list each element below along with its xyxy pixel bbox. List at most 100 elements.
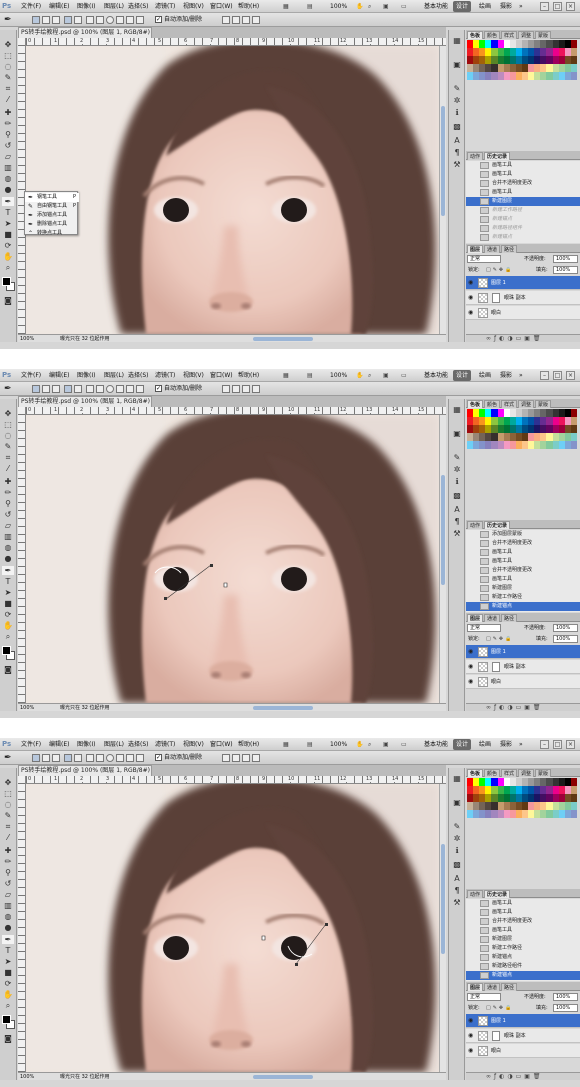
tool-presets-icon[interactable]: ⚒	[452, 898, 462, 907]
history-step[interactable]: 新建工作路径	[466, 206, 580, 215]
paragraph-icon[interactable]: ¶	[452, 148, 462, 157]
layer-mask-thumbnail[interactable]	[492, 293, 500, 303]
minimize-button[interactable]: –	[540, 740, 549, 749]
history-step[interactable]: 画笔工具	[466, 926, 580, 935]
blend-mode-select[interactable]: 正常	[467, 993, 501, 1001]
fill-pixels-mode-icon[interactable]	[52, 16, 60, 24]
minimize-button[interactable]: –	[540, 371, 549, 380]
menu-file[interactable]: 文件(F)	[21, 2, 41, 11]
swatch-grid[interactable]	[467, 778, 577, 818]
shape-layers-mode-icon[interactable]	[32, 754, 40, 762]
layers-panel-buttons[interactable]: ∞ƒ◐◑▭▣🗑	[466, 1072, 580, 1080]
custom-shape-icon[interactable]	[136, 16, 144, 24]
menu-image[interactable]: 图像(I)	[77, 371, 95, 380]
auto-add-delete-checkbox[interactable]: ✓	[155, 754, 162, 761]
brush-tool-icon[interactable]: ✏	[2, 119, 14, 128]
canvas[interactable]	[26, 46, 439, 334]
lock-icons[interactable]: □✎✥🔒	[486, 1004, 513, 1012]
hand-tool-icon[interactable]: ✋	[2, 621, 14, 630]
layer-row[interactable]: ◉ 图层 1	[466, 645, 580, 659]
swatches-icon[interactable]: ▦	[452, 405, 462, 414]
history-step[interactable]: 画笔工具	[466, 908, 580, 917]
pen-option-icon[interactable]	[64, 16, 72, 24]
document-tab[interactable]: PS转手绘教程.psd @ 100% (图层 1, RGB/8#) *	[18, 765, 152, 776]
character-icon[interactable]: A	[452, 505, 462, 514]
history-step[interactable]: 新建锚点	[466, 971, 580, 980]
quick-selection-tool-icon[interactable]: ✎	[2, 73, 14, 82]
menu-edit[interactable]: 编辑(E)	[49, 740, 69, 749]
rectangle-shape-icon[interactable]	[86, 385, 94, 393]
layers-panel-buttons[interactable]: ∞ƒ◐◑▭▣🗑	[466, 334, 580, 342]
workspace-painting[interactable]: 绘画	[476, 370, 494, 381]
brush-presets-icon[interactable]: ✎	[452, 453, 462, 462]
vertical-scroll-thumb[interactable]	[441, 106, 445, 216]
menu-help[interactable]: 帮助(H)	[238, 740, 259, 749]
color-swatch[interactable]	[570, 417, 577, 425]
more-workspaces-icon[interactable]: »	[519, 2, 523, 11]
quick-mask-icon[interactable]: ◙	[2, 296, 14, 305]
shape-layers-mode-icon[interactable]	[32, 385, 40, 393]
swatches-icon[interactable]: ▦	[452, 774, 462, 783]
menu-filter[interactable]: 滤镜(T)	[155, 740, 175, 749]
view-extras-icon[interactable]: ▤	[307, 740, 313, 749]
tab-layers[interactable]: 图层	[467, 245, 484, 253]
layer-name[interactable]: 图层 1	[491, 648, 506, 656]
workspace-painting[interactable]: 绘画	[476, 739, 494, 750]
launch-bridge-icon[interactable]: ▦	[283, 2, 289, 11]
paths-mode-icon[interactable]	[42, 16, 50, 24]
history-step[interactable]: 画笔工具	[466, 161, 580, 170]
path-selection-tool-icon[interactable]: ➤	[2, 588, 14, 597]
pen-tool-icon[interactable]: ✒	[2, 566, 14, 575]
fill-input[interactable]: 100%	[553, 1004, 578, 1012]
status-zoom[interactable]: 100%	[20, 704, 34, 712]
quick-mask-icon[interactable]: ◙	[2, 665, 14, 674]
layer-row[interactable]: ◉ 眼白	[466, 1044, 580, 1058]
history-step[interactable]: 画笔工具	[466, 188, 580, 197]
layer-name[interactable]: 图层 1	[491, 1017, 506, 1025]
menu-file[interactable]: 文件(F)	[21, 371, 41, 380]
workspace-photography[interactable]: 摄影	[497, 1, 515, 12]
layer-name[interactable]: 眼珠 副本	[504, 663, 526, 671]
visibility-eye-icon[interactable]: ◉	[468, 310, 475, 316]
status-zoom[interactable]: 100%	[20, 1073, 34, 1081]
move-tool-icon[interactable]: ✥	[2, 778, 14, 787]
crop-tool-icon[interactable]: ⌗	[2, 453, 14, 462]
layer-row[interactable]: ◉ 眼白	[466, 675, 580, 689]
menu-edit[interactable]: 编辑(E)	[49, 371, 69, 380]
color-swatch[interactable]	[570, 425, 577, 433]
maximize-button[interactable]: □	[553, 740, 562, 749]
navigator-icon[interactable]: ▣	[452, 60, 462, 69]
3d-rotate-tool-icon[interactable]: ⟳	[2, 979, 14, 988]
rounded-rectangle-shape-icon[interactable]	[96, 385, 104, 393]
info-icon[interactable]: ℹ	[452, 846, 462, 855]
quick-selection-tool-icon[interactable]: ✎	[2, 811, 14, 820]
tab-adjustments[interactable]: 调整	[518, 769, 535, 777]
fill-input[interactable]: 100%	[553, 266, 578, 274]
color-swatch[interactable]	[570, 48, 577, 56]
tab-channels[interactable]: 通道	[484, 983, 501, 991]
history-step[interactable]: 合并不透明度更改	[466, 566, 580, 575]
blur-tool-icon[interactable]: ◍	[2, 174, 14, 183]
flyout-tool-item[interactable]: ✒ 删除锚点工具	[25, 220, 79, 229]
shape-tool-icon[interactable]: ■	[2, 230, 14, 239]
path-intersect-mode-icon[interactable]	[242, 754, 250, 762]
history-step[interactable]: 新建图层	[466, 584, 580, 593]
vertical-scroll-thumb[interactable]	[441, 475, 445, 585]
eraser-tool-icon[interactable]: ▱	[2, 521, 14, 530]
zoom-readout[interactable]: 100%	[330, 371, 347, 380]
tab-masks[interactable]: 蒙版	[535, 769, 552, 777]
history-step[interactable]: 新建锚点	[466, 215, 580, 224]
launch-bridge-icon[interactable]: ▦	[283, 740, 289, 749]
vertical-scrollbar[interactable]	[439, 415, 446, 703]
menu-layer[interactable]: 图层(L)	[104, 2, 124, 11]
horizontal-scroll-thumb[interactable]	[253, 337, 313, 341]
close-button[interactable]: ×	[566, 740, 575, 749]
menu-edit[interactable]: 编辑(E)	[49, 2, 69, 11]
tab-history[interactable]: 历史记录	[484, 152, 511, 160]
workspace-essentials[interactable]: 基本功能	[421, 1, 451, 12]
healing-brush-tool-icon[interactable]: ✚	[2, 477, 14, 486]
fill-input[interactable]: 100%	[553, 635, 578, 643]
lasso-tool-icon[interactable]: ◌	[2, 800, 14, 809]
opacity-input[interactable]: 100%	[553, 993, 578, 1001]
tab-layers[interactable]: 图层	[467, 983, 484, 991]
